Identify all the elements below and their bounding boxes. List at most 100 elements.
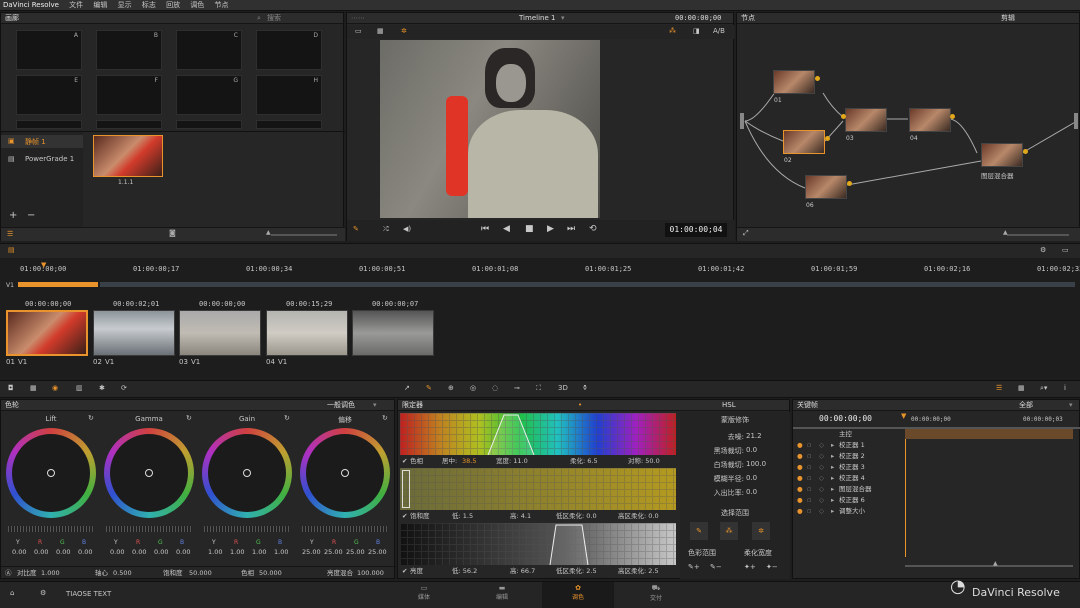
search-icon[interactable]: ⌕ [257, 13, 261, 24]
cloud-icon[interactable]: ⁂ [720, 522, 738, 540]
slider-handle-icon[interactable]: ▲ [266, 229, 271, 236]
keyframes-mode[interactable]: 全部 [1019, 400, 1033, 411]
add-album-button[interactable]: + [9, 210, 17, 221]
lock-icon[interactable]: ▫ [807, 506, 811, 517]
kf-row-master[interactable]: 主控 [793, 429, 901, 440]
gear-icon[interactable]: ⚙ [40, 589, 46, 597]
clip-bar-active[interactable] [18, 282, 98, 287]
node-output-dot[interactable] [815, 76, 820, 81]
channel-value[interactable]: 0.00 [12, 548, 26, 556]
lock-icon[interactable]: ▫ [807, 462, 811, 473]
check-icon[interactable]: ✔ [402, 456, 407, 467]
channel-value[interactable]: 0.00 [154, 548, 168, 556]
tab-media[interactable]: ▭ 媒体 [394, 584, 454, 606]
lock-icon[interactable]: ▫ [807, 440, 811, 451]
hue-range-curve[interactable] [400, 413, 676, 455]
sparkle-icon[interactable]: ✲ [401, 27, 407, 35]
expand-icon[interactable]: ▸ [831, 462, 834, 473]
clip-bar[interactable] [100, 282, 1075, 287]
node-input-dot[interactable] [841, 114, 846, 119]
viewer-timecode[interactable]: 01:00:00;04 [665, 223, 727, 237]
diamond-icon[interactable]: ◇ [819, 440, 824, 451]
kf-row[interactable]: ● ▫ ◇ ▸ 校正器 3 [793, 462, 901, 473]
still-slot-h[interactable]: H [256, 75, 322, 115]
clip-thumbnail-05[interactable] [352, 310, 434, 356]
node-02[interactable]: 02 [783, 130, 825, 164]
still-slot-c[interactable]: C [176, 30, 242, 70]
channel-value[interactable]: 25.00 [368, 548, 387, 556]
channel-value[interactable]: 1.00 [230, 548, 244, 556]
contrast-value[interactable]: 1.000 [41, 567, 60, 579]
still-slot-l[interactable] [256, 120, 322, 129]
qualifier-icon[interactable]: ✎ [426, 384, 432, 392]
white-clip-value[interactable]: 100.0 [746, 460, 766, 468]
video-frame[interactable] [380, 40, 600, 218]
volume-icon[interactable]: ◀) [403, 225, 411, 233]
clip-thumbnail-03[interactable] [179, 310, 261, 356]
single-view-icon[interactable]: ▭ [355, 27, 362, 35]
node-zoom-slider[interactable] [1007, 234, 1069, 236]
clip-thumbnail-04[interactable] [266, 310, 348, 356]
channel-value[interactable]: 0.00 [56, 548, 70, 556]
clip-thumbnail-02[interactable] [93, 310, 175, 356]
channel-value[interactable]: 25.00 [302, 548, 321, 556]
key-icon[interactable]: ⊸ [514, 384, 520, 392]
lock-icon[interactable]: ▫ [807, 484, 811, 495]
home-icon[interactable]: ⌂ [10, 589, 14, 597]
magic-icon[interactable]: ✲ [752, 522, 770, 540]
channel-value[interactable]: 0.00 [132, 548, 146, 556]
pivot-value[interactable]: 0.500 [113, 567, 132, 579]
kf-row[interactable]: ● ▫ ◇ ▸ 校正器 6 [793, 495, 901, 506]
still-slot-e[interactable]: E [16, 75, 82, 115]
zoom-icon[interactable]: ⌕▾ [1040, 384, 1047, 393]
check-icon[interactable]: ✔ [402, 511, 407, 522]
curves-icon[interactable]: ↗ [404, 384, 410, 392]
menu-playback[interactable]: 回放 [166, 1, 180, 9]
kf-track-master[interactable] [905, 429, 1073, 439]
album-item-powergrade[interactable]: ▤ PowerGrade 1 [1, 153, 83, 166]
kf-zoom-slider[interactable] [905, 565, 1073, 567]
grid-view-icon[interactable]: ▦ [377, 27, 384, 35]
lock-icon[interactable]: ▫ [807, 473, 811, 484]
last-frame-button[interactable]: ⏭ [567, 224, 575, 234]
keyframe-view-icon[interactable]: ☰ [996, 384, 1002, 392]
expand-icon[interactable]: ▸ [831, 495, 834, 506]
playhead-icon[interactable]: ▼ [41, 261, 46, 269]
check-icon[interactable]: ✔ [402, 566, 407, 577]
loop-button[interactable]: ⟲ [589, 224, 597, 234]
channel-value[interactable]: 0.00 [78, 548, 92, 556]
lum-mix-value[interactable]: 100.000 [357, 567, 384, 579]
reset-icon[interactable]: ↻ [284, 414, 290, 422]
picker-icon[interactable]: ✎ [353, 225, 359, 233]
settings-icon[interactable]: ⚙ [1040, 246, 1046, 254]
layer-mixer-node[interactable] [981, 143, 1023, 167]
still-slot-f[interactable]: F [96, 75, 162, 115]
still-slot-d[interactable]: D [256, 30, 322, 70]
kf-row[interactable]: ● ▫ ◇ ▸ 图层混合器 [793, 484, 901, 495]
soft-minus-icon[interactable]: ✦− [766, 563, 778, 571]
diamond-icon[interactable]: ◇ [819, 462, 824, 473]
auto-balance-icon[interactable]: Ⓐ [5, 567, 12, 579]
lum-low[interactable]: 低: 56.2 [452, 566, 477, 577]
hue-spectrum[interactable] [400, 413, 676, 455]
black-clip-value[interactable]: 0.0 [746, 446, 757, 454]
node-output-dot[interactable] [825, 136, 830, 141]
denoise-value[interactable]: 21.2 [746, 432, 762, 440]
blur-icon[interactable]: ◌ [492, 384, 498, 392]
wheel-puck[interactable] [145, 469, 153, 477]
first-frame-button[interactable]: ⏮ [481, 224, 489, 234]
channel-value[interactable]: 25.00 [346, 548, 365, 556]
list-icon[interactable]: ☰ [7, 230, 13, 238]
hue-soft[interactable]: 柔化: 6.5 [570, 456, 598, 467]
menu-edit[interactable]: 编辑 [93, 1, 107, 9]
channel-value[interactable]: 1.00 [274, 548, 288, 556]
lum-high[interactable]: 高: 66.7 [510, 566, 535, 577]
node-03[interactable]: 03 [845, 108, 887, 142]
saturation-value[interactable]: 50.000 [189, 567, 212, 579]
picker-minus-icon[interactable]: ✎− [710, 563, 722, 571]
window-icon[interactable]: ⊕ [448, 384, 454, 392]
expand-icon[interactable]: ▸ [831, 440, 834, 451]
menu-mark[interactable]: 标志 [142, 1, 156, 9]
in-out-ratio-value[interactable]: 0.0 [746, 488, 757, 496]
sat-high[interactable]: 高: 4.1 [510, 511, 531, 522]
